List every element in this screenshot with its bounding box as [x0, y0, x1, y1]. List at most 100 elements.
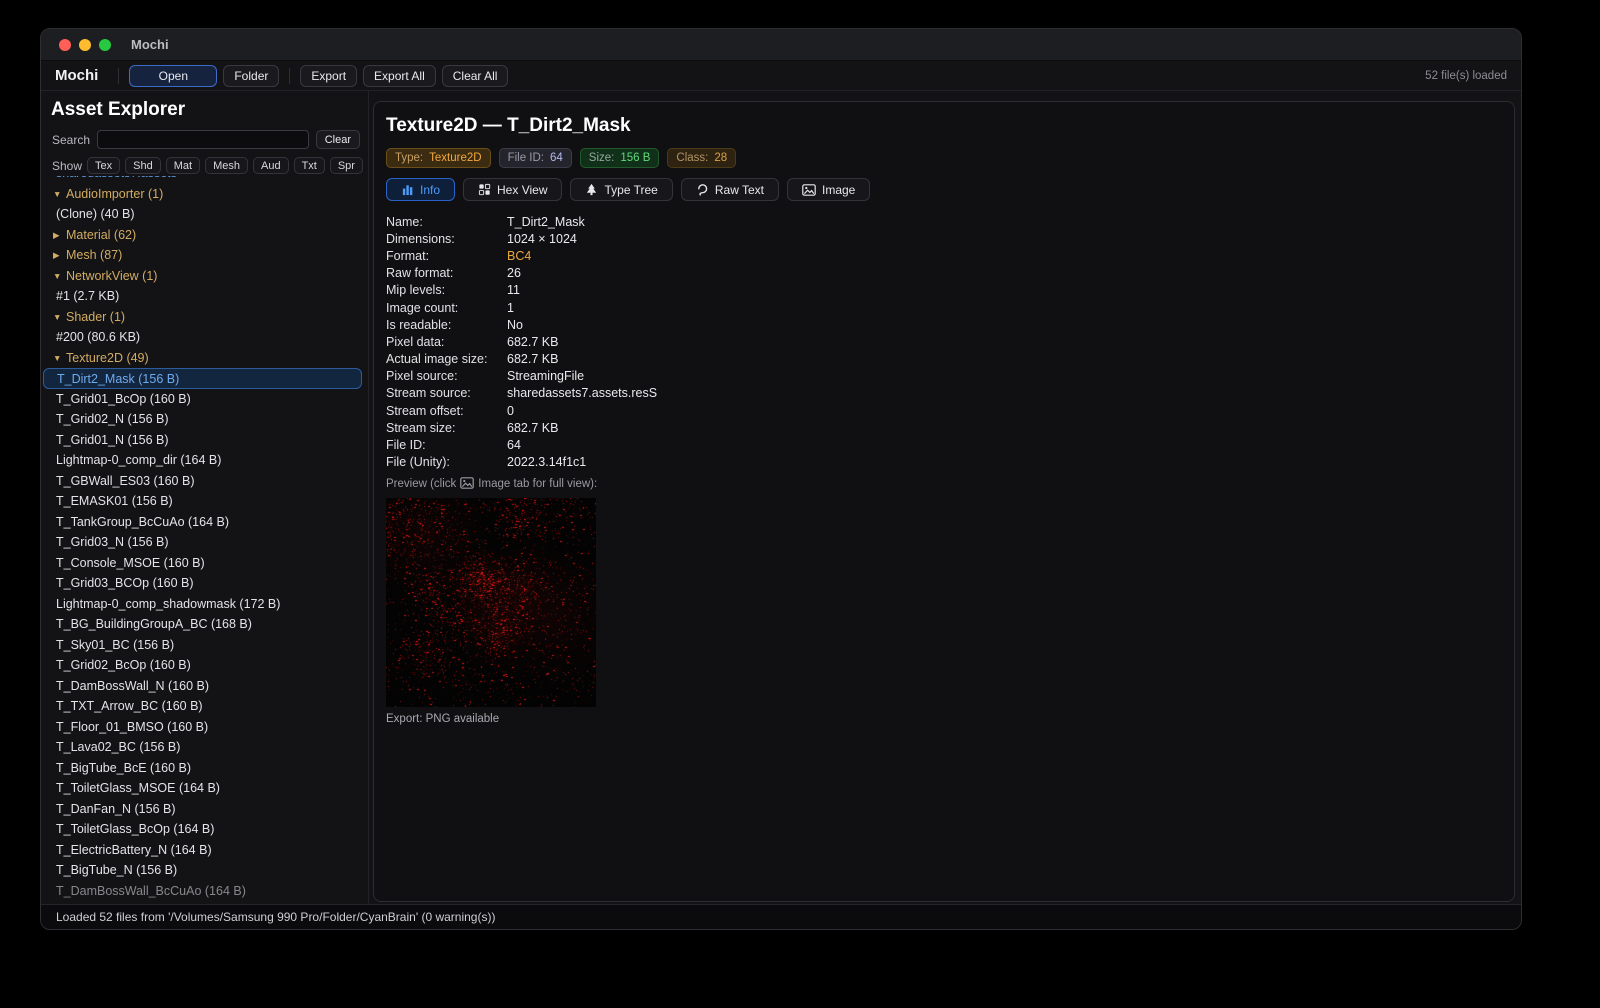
info-value: sharedassets7.assets.resS: [507, 386, 657, 400]
tree-row[interactable]: Lightmap-0_comp_shadowmask (172 B): [41, 594, 368, 615]
tree-row-label: T_ToiletGlass_MSOE (164 B): [56, 781, 220, 795]
filter-chip-tex[interactable]: Tex: [87, 157, 120, 174]
sidebar-title: Asset Explorer: [51, 99, 368, 121]
open-button[interactable]: Open: [129, 65, 217, 87]
tree-row[interactable]: T_BG_BuildingGroupA_BC (168 B): [41, 614, 368, 635]
tree-row[interactable]: T_ToiletGlass_MSOE (164 B): [41, 778, 368, 799]
tree-row[interactable]: T_Grid02_N (156 B): [41, 409, 368, 430]
tab-image[interactable]: Image: [787, 178, 870, 201]
tree-row[interactable]: (Clone) (40 B): [41, 204, 368, 225]
badge-row: Type:Texture2DFile ID:64Size:156 BClass:…: [386, 148, 1502, 168]
tree-row[interactable]: #1 (2.7 KB): [41, 286, 368, 307]
tree-row[interactable]: ▼AudioImporter (1): [41, 184, 368, 205]
export-button[interactable]: Export: [300, 65, 357, 87]
tree-row-label: T_DamBossWall_BcCuAo (164 B): [56, 884, 246, 898]
info-label: Is readable:: [386, 318, 507, 332]
info-value: StreamingFile: [507, 369, 584, 383]
tree-row[interactable]: T_EMASK01 (156 B): [41, 491, 368, 512]
statusbar: Loaded 52 files from '/Volumes/Samsung 9…: [41, 904, 1521, 929]
tree-row[interactable]: #200 (80.6 KB): [41, 327, 368, 348]
info-row: Stream source:sharedassets7.assets.resS: [386, 385, 1502, 402]
tree-row[interactable]: T_Grid03_N (156 B): [41, 532, 368, 553]
tree-row[interactable]: T_Grid03_BCOp (160 B): [41, 573, 368, 594]
tree-arrow-icon: ▼: [53, 307, 66, 328]
tree-row[interactable]: T_DamBossWall_BcCuAo (164 B): [41, 881, 368, 902]
tree-row[interactable]: T_Grid01_BcOp (160 B): [41, 389, 368, 410]
tree-row[interactable]: ▶Mesh (87): [41, 245, 368, 266]
tree-row[interactable]: T_Console_MSOE (160 B): [41, 553, 368, 574]
export-all-button[interactable]: Export All: [363, 65, 436, 87]
window-title: Mochi: [131, 37, 169, 52]
tree-row[interactable]: T_DamBossWall_N (160 B): [41, 676, 368, 697]
tree-row[interactable]: T_Floor_01_BMSO (160 B): [41, 717, 368, 738]
tree-row[interactable]: ▶Material (62): [41, 225, 368, 246]
info-row: Actual image size:682.7 KB: [386, 351, 1502, 368]
tree-row[interactable]: T_Grid01_N (156 B): [41, 430, 368, 451]
tree-row[interactable]: Lightmap-0_comp_dir (164 B): [41, 450, 368, 471]
info-row: Name:T_Dirt2_Mask: [386, 213, 1502, 230]
tab-raw-text[interactable]: Raw Text: [681, 178, 779, 201]
tree-row[interactable]: T_Dirt2_Mask (156 B): [43, 368, 362, 389]
tree-row-label: Shader (1): [66, 310, 125, 324]
type-tree-icon: [585, 183, 598, 196]
tree-row[interactable]: T_ToiletGlass_BcOp (164 B): [41, 819, 368, 840]
tree-row[interactable]: T_DanFan_N (156 B): [41, 799, 368, 820]
info-badge: File ID:64: [499, 148, 572, 168]
tree-row-label: T_Sky01_BC (156 B): [56, 638, 174, 652]
search-clear-button[interactable]: Clear: [316, 130, 360, 149]
badge-label: File ID:: [508, 152, 544, 164]
info-row: Pixel source:StreamingFile: [386, 368, 1502, 385]
filter-chip-txt[interactable]: Txt: [294, 157, 325, 174]
tree-row[interactable]: sharedassets7.assets: [41, 176, 368, 184]
tree-row[interactable]: T_ElectricBattery_N (164 B): [41, 840, 368, 861]
filter-chip-mesh[interactable]: Mesh: [205, 157, 248, 174]
info-table: Name:T_Dirt2_MaskDimensions:1024 × 1024F…: [386, 213, 1502, 471]
info-value: 11: [507, 283, 520, 297]
tree-row[interactable]: ▼Shader (1): [41, 307, 368, 328]
tree-row-label: T_Grid02_BcOp (160 B): [56, 658, 191, 672]
tree-row[interactable]: T_TankGroup_BcCuAo (164 B): [41, 512, 368, 533]
badge-value: Texture2D: [429, 152, 481, 164]
tree-row-label: T_Lava02_BC (156 B): [56, 740, 180, 754]
app-window: Mochi Mochi Open Folder Export Export Al…: [40, 28, 1522, 930]
info-row: Mip levels:11: [386, 282, 1502, 299]
tree-row[interactable]: T_Grid02_BcOp (160 B): [41, 655, 368, 676]
app-brand: Mochi: [55, 67, 98, 84]
zoom-window-button[interactable]: [99, 39, 111, 51]
tree-row[interactable]: T_BigTube_N (156 B): [41, 860, 368, 881]
tree-row-label: T_TankGroup_BcCuAo (164 B): [56, 515, 229, 529]
filter-chip-aud[interactable]: Aud: [253, 157, 289, 174]
tree-row-label: Texture2D (49): [66, 351, 149, 365]
tree-row[interactable]: T_BigTube_BcE (160 B): [41, 758, 368, 779]
tree-row[interactable]: T_Sky01_BC (156 B): [41, 635, 368, 656]
tab-hex-view[interactable]: Hex View: [463, 178, 562, 201]
filter-chip-shd[interactable]: Shd: [125, 157, 161, 174]
info-value: 26: [507, 266, 521, 280]
tree-row[interactable]: ▼NetworkView (1): [41, 266, 368, 287]
tree-row-label: T_Console_MSOE (160 B): [56, 556, 205, 570]
info-value: No: [507, 318, 523, 332]
tree-row-label: Lightmap-0_comp_shadowmask (172 B): [56, 597, 280, 611]
minimize-window-button[interactable]: [79, 39, 91, 51]
clear-all-button[interactable]: Clear All: [442, 65, 509, 87]
filter-chip-mat[interactable]: Mat: [166, 157, 200, 174]
tab-label: Raw Text: [715, 183, 764, 197]
tree-row-label: T_ToiletGlass_BcOp (164 B): [56, 822, 214, 836]
tree-row-label: T_Grid02_N (156 B): [56, 412, 169, 426]
filter-chip-spr[interactable]: Spr: [330, 157, 363, 174]
tree-arrow-icon: ▼: [53, 348, 66, 369]
folder-button[interactable]: Folder: [223, 65, 279, 87]
close-window-button[interactable]: [59, 39, 71, 51]
tree-row-label: Lightmap-0_comp_dir (164 B): [56, 453, 221, 467]
tree-row[interactable]: T_TXT_Arrow_BC (160 B): [41, 696, 368, 717]
tree-arrow-icon: ▶: [53, 245, 66, 266]
tab-info[interactable]: Info: [386, 178, 455, 201]
tree-row-label: T_Grid03_BCOp (160 B): [56, 576, 194, 590]
tree-row[interactable]: ▼Texture2D (49): [41, 348, 368, 369]
info-row: File (Unity):2022.3.14f1c1: [386, 454, 1502, 471]
tree-row-label: T_Grid03_N (156 B): [56, 535, 169, 549]
tree-row[interactable]: T_GBWall_ES03 (160 B): [41, 471, 368, 492]
tab-type-tree[interactable]: Type Tree: [570, 178, 672, 201]
search-input[interactable]: [97, 130, 309, 149]
tree-row[interactable]: T_Lava02_BC (156 B): [41, 737, 368, 758]
